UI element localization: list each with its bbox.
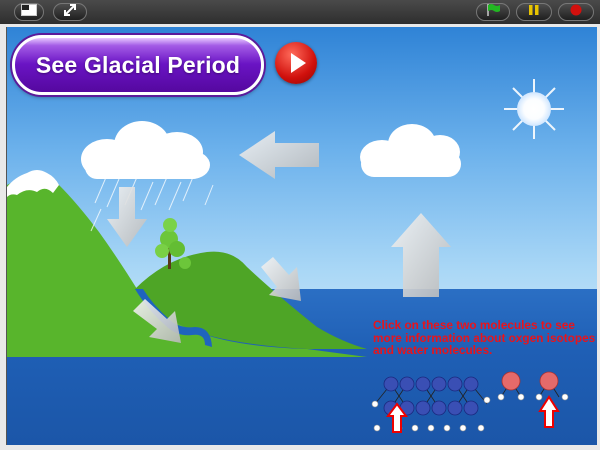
tree-icon	[155, 218, 191, 269]
pause-icon	[528, 3, 540, 21]
stage: See Glacial Period Click on these two mo…	[6, 27, 597, 445]
water-molecule-pointer-arrow-icon	[538, 395, 560, 428]
window-toggle-button[interactable]	[14, 3, 44, 21]
glacial-button-label: See Glacial Period	[35, 51, 241, 78]
up-arrow-icon	[391, 213, 451, 297]
left-arrow-icon	[239, 131, 319, 179]
green-flag-icon	[485, 3, 501, 22]
rain-cloud-icon	[81, 121, 210, 179]
fullscreen-button[interactable]	[53, 3, 87, 21]
water-molecules[interactable]	[493, 367, 583, 437]
player-toolbar	[0, 0, 600, 24]
cloud-icon	[360, 124, 461, 177]
down-arrow-icon	[107, 187, 147, 247]
stop-icon	[570, 3, 582, 21]
rain	[90, 174, 214, 232]
fullscreen-icon	[63, 3, 77, 22]
pause-button[interactable]	[516, 3, 552, 21]
stop-button[interactable]	[558, 3, 594, 21]
sun-icon	[504, 79, 564, 139]
play-icon	[275, 53, 317, 88]
see-glacial-period-button[interactable]: See Glacial Period	[12, 35, 264, 95]
molecule-info-text: Click on these two molecules to see more…	[373, 318, 596, 357]
window-toggle-icon	[21, 3, 37, 21]
play-button[interactable]	[275, 42, 317, 84]
green-flag-button[interactable]	[476, 3, 510, 21]
ice-molecule-lattice[interactable]	[369, 370, 499, 440]
